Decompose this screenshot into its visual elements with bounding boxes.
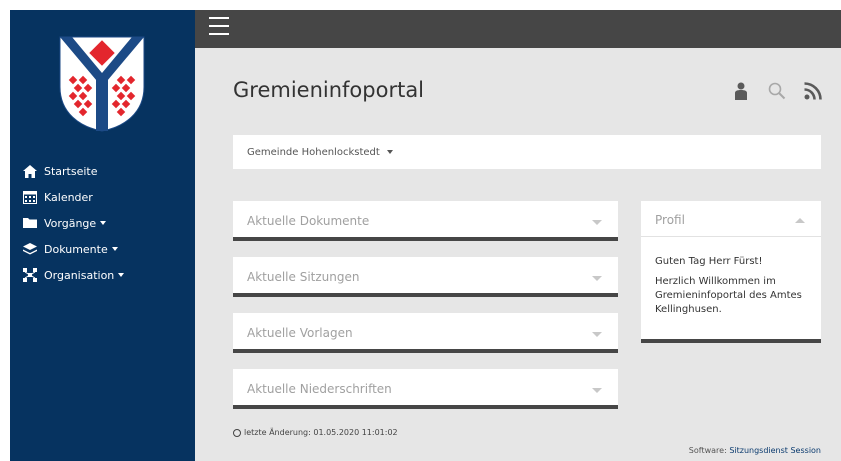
panel-aktuelle-dokumente[interactable]: Aktuelle Dokumente [233, 201, 618, 241]
software-label: Software: [688, 446, 727, 455]
sidebar-item-startseite[interactable]: Startseite [10, 158, 195, 184]
sidebar-item-label: Kalender [44, 190, 93, 204]
clock-icon [233, 428, 241, 437]
profil-title: Profil [655, 213, 685, 227]
chevron-down-icon [592, 220, 602, 225]
sidebar-item-label: Organisation [44, 268, 115, 282]
chevron-down-icon [118, 273, 125, 277]
sidebar-item-label: Startseite [44, 164, 98, 178]
profil-greeting: Guten Tag Herr Fürst! [655, 256, 763, 267]
sidebar-item-dokumente[interactable]: Dokumente [10, 236, 195, 262]
sidebar-item-kalender[interactable]: Kalender [10, 184, 195, 210]
panel-title: Aktuelle Niederschriften [247, 382, 392, 396]
topbar [195, 10, 841, 48]
last-change-text: letzte Änderung: 01.05.2020 11:01:02 [244, 428, 398, 437]
main-content: Gremieninfoportal Gemeinde Hohenlocksted… [195, 48, 841, 461]
search-icon[interactable] [767, 81, 787, 101]
profil-header[interactable]: Profil [641, 201, 821, 237]
profil-panel: Profil Guten Tag Herr Fürst! Herzlich Wi… [641, 201, 821, 343]
rss-icon[interactable] [803, 81, 823, 101]
folder-icon [22, 216, 38, 230]
panel-title: Aktuelle Vorlagen [247, 326, 353, 340]
gemeinde-label: Gemeinde Hohenlockstedt [247, 147, 380, 158]
panel-aktuelle-vorlagen[interactable]: Aktuelle Vorlagen [233, 313, 618, 353]
chevron-down-icon [111, 247, 118, 251]
chevron-up-icon [795, 218, 805, 223]
coat-of-arms-logo[interactable] [58, 35, 146, 133]
panel-aktuelle-sitzungen[interactable]: Aktuelle Sitzungen [233, 257, 618, 297]
software-credit: Software: Sitzungsdienst Session [689, 446, 821, 455]
sidebar-nav: Startseite Kalender Vorgänge Dokumente O… [10, 158, 195, 288]
gemeinde-dropdown[interactable]: Gemeinde Hohenlockstedt [233, 135, 821, 169]
calendar-icon [22, 190, 38, 204]
home-icon [22, 164, 38, 178]
chevron-down-icon [592, 332, 602, 337]
chevron-down-icon [592, 388, 602, 393]
header-icons [731, 81, 823, 101]
panel-aktuelle-niederschriften[interactable]: Aktuelle Niederschriften [233, 369, 618, 409]
sidebar-item-vorgaenge[interactable]: Vorgänge [10, 210, 195, 236]
chevron-down-icon [100, 221, 107, 225]
profil-body: Guten Tag Herr Fürst! Herzlich Willkomme… [641, 237, 821, 317]
sitemap-icon [22, 268, 38, 282]
layers-icon [22, 242, 38, 256]
last-change: letzte Änderung: 01.05.2020 11:01:02 [233, 428, 398, 437]
chevron-down-icon [386, 150, 393, 154]
sidebar-item-label: Dokumente [44, 242, 108, 256]
panel-title: Aktuelle Sitzungen [247, 270, 360, 284]
sidebar-item-label: Vorgänge [44, 216, 97, 230]
hamburger-icon[interactable] [209, 17, 229, 35]
page-title: Gremieninfoportal [233, 78, 425, 102]
chevron-down-icon [592, 276, 602, 281]
software-link[interactable]: Sitzungsdienst Session [729, 446, 821, 455]
sidebar: Startseite Kalender Vorgänge Dokumente O… [10, 10, 195, 461]
profil-welcome: Herzlich Willkommen im Gremieninfoportal… [655, 276, 802, 315]
panel-title: Aktuelle Dokumente [247, 214, 370, 228]
sidebar-item-organisation[interactable]: Organisation [10, 262, 195, 288]
user-icon[interactable] [731, 81, 751, 101]
